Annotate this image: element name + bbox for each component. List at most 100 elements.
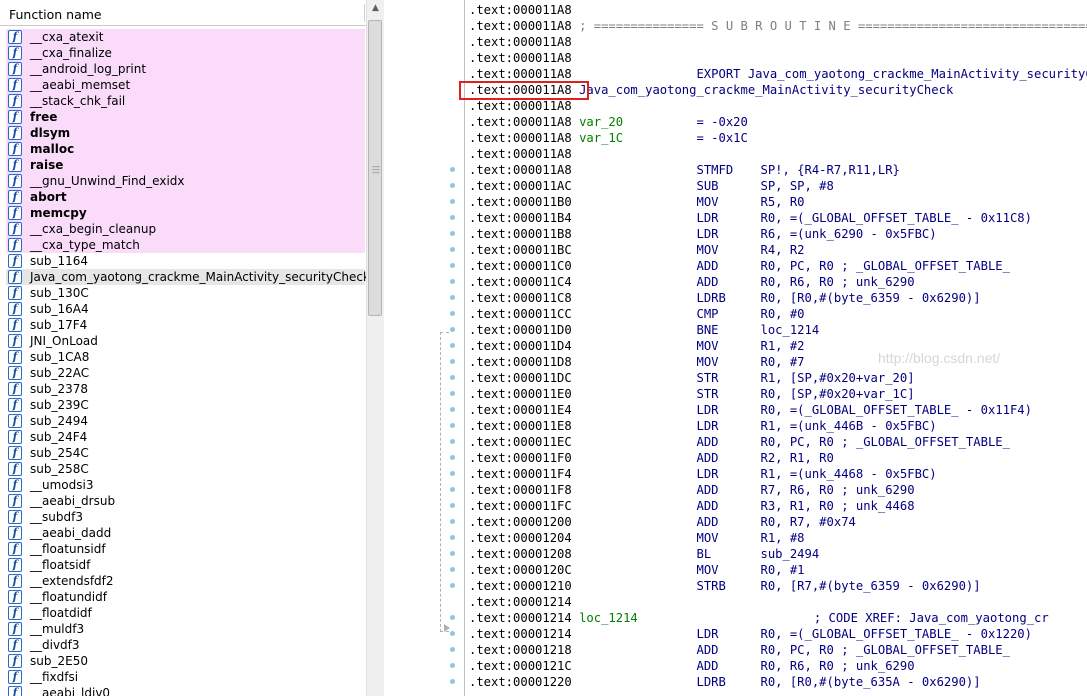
code-line[interactable]: .text:00001210 STRB R0, [R7,#(byte_6359 -…: [469, 578, 1087, 594]
code-line[interactable]: .text:000011A8: [469, 34, 1087, 50]
breakpoint-dot-icon[interactable]: [450, 215, 455, 220]
code-line[interactable]: .text:00001220 LDRB R0, [R0,#(byte_635A -…: [469, 674, 1087, 690]
function-list-item[interactable]: f sub_2378: [6, 381, 365, 397]
function-list-item[interactable]: f sub_254C: [6, 445, 365, 461]
code-line[interactable]: .text:00001214 loc_1214 ; CODE XREF: Jav…: [469, 610, 1087, 626]
function-list-item[interactable]: f __stack_chk_fail: [6, 93, 365, 109]
function-list-item[interactable]: f __cxa_begin_cleanup: [6, 221, 365, 237]
function-list-item[interactable]: f sub_258C: [6, 461, 365, 477]
function-list-item[interactable]: f __subdf3: [6, 509, 365, 525]
function-list-item[interactable]: f sub_22AC: [6, 365, 365, 381]
code-line[interactable]: .text:000011CC CMP R0, #0: [469, 306, 1087, 322]
function-list-item[interactable]: f abort: [6, 189, 365, 205]
breakpoint-dot-icon[interactable]: [450, 295, 455, 300]
breakpoint-dot-icon[interactable]: [450, 567, 455, 572]
breakpoint-dot-icon[interactable]: [450, 247, 455, 252]
code-line[interactable]: .text:000011A8 STMFD SP!, {R4-R7,R11,LR}: [469, 162, 1087, 178]
breakpoint-dot-icon[interactable]: [450, 551, 455, 556]
function-list-item[interactable]: f __aeabi_ldiv0: [6, 685, 365, 696]
code-line[interactable]: .text:00001208 BL sub_2494: [469, 546, 1087, 562]
function-list-item[interactable]: f __aeabi_dadd: [6, 525, 365, 541]
breakpoint-dot-icon[interactable]: [450, 487, 455, 492]
function-list-item[interactable]: f __floatundidf: [6, 589, 365, 605]
breakpoint-dot-icon[interactable]: [450, 679, 455, 684]
code-line[interactable]: .text:000011A8: [469, 98, 1087, 114]
function-list-item[interactable]: f Java_com_yaotong_crackme_MainActivity_s…: [6, 269, 370, 285]
breakpoint-dot-icon[interactable]: [450, 279, 455, 284]
code-line[interactable]: .text:000011F4 LDR R1, =(unk_4468 - 0x5FB…: [469, 466, 1087, 482]
breakpoint-dot-icon[interactable]: [450, 343, 455, 348]
code-line[interactable]: .text:0000120C MOV R0, #1: [469, 562, 1087, 578]
function-list-item[interactable]: f __umodsi3: [6, 477, 365, 493]
breakpoint-dot-icon[interactable]: [450, 231, 455, 236]
code-line[interactable]: .text:00001214: [469, 594, 1087, 610]
breakpoint-dot-icon[interactable]: [450, 407, 455, 412]
function-list-item[interactable]: f __cxa_type_match: [6, 237, 365, 253]
function-list-item[interactable]: f JNI_OnLoad: [6, 333, 365, 349]
breakpoint-dot-icon[interactable]: [450, 167, 455, 172]
code-line[interactable]: .text:00001218 ADD R0, PC, R0 ; _GLOBAL_O…: [469, 642, 1087, 658]
breakpoint-dot-icon[interactable]: [450, 263, 455, 268]
function-list-scrollbar[interactable]: ▲ — — —: [366, 0, 384, 696]
code-line[interactable]: .text:000011C4 ADD R0, R6, R0 ; unk_6290: [469, 274, 1087, 290]
code-line[interactable]: .text:000011E4 LDR R0, =(_GLOBAL_OFFSET_T…: [469, 402, 1087, 418]
code-line[interactable]: .text:000011A8 ; =============== S U B R…: [469, 18, 1087, 34]
code-line[interactable]: .text:000011FC ADD R3, R1, R0 ; unk_4468: [469, 498, 1087, 514]
function-list-item[interactable]: f __divdf3: [6, 637, 365, 653]
function-list-item[interactable]: f sub_1164: [6, 253, 365, 269]
code-line[interactable]: .text:000011DC STR R1, [SP,#0x20+var_20]: [469, 370, 1087, 386]
code-line[interactable]: .text:000011A8: [469, 2, 1087, 18]
code-line[interactable]: .text:000011F8 ADD R7, R6, R0 ; unk_6290: [469, 482, 1087, 498]
scroll-up-arrow-icon[interactable]: ▲: [367, 0, 384, 17]
code-line[interactable]: .text:00001204 MOV R1, #8: [469, 530, 1087, 546]
function-list-item[interactable]: f free: [6, 109, 365, 125]
code-listing[interactable]: .text:000011A8 .text:000011A8 ; =========…: [464, 0, 1087, 696]
function-list-item[interactable]: f __cxa_finalize: [6, 45, 365, 61]
breakpoint-dot-icon[interactable]: [450, 311, 455, 316]
function-list-item[interactable]: f sub_2E50: [6, 653, 365, 669]
function-name-column-header[interactable]: Function name: [0, 0, 366, 26]
function-list-item[interactable]: f sub_239C: [6, 397, 365, 413]
code-line[interactable]: .text:000011B8 LDR R6, =(unk_6290 - 0x5FB…: [469, 226, 1087, 242]
breakpoint-dot-icon[interactable]: [450, 663, 455, 668]
breakpoint-dot-icon[interactable]: [450, 583, 455, 588]
function-list-item[interactable]: f __extendsfdf2: [6, 573, 365, 589]
breakpoint-dot-icon[interactable]: [450, 423, 455, 428]
breakpoint-dot-icon[interactable]: [450, 631, 455, 636]
breakpoint-dot-icon[interactable]: [450, 359, 455, 364]
breakpoint-dot-icon[interactable]: [450, 519, 455, 524]
function-list-item[interactable]: f __android_log_print: [6, 61, 365, 77]
code-line[interactable]: .text:000011E0 STR R0, [SP,#0x20+var_1C]: [469, 386, 1087, 402]
breakpoint-dot-icon[interactable]: [450, 471, 455, 476]
code-line[interactable]: .text:000011AC SUB SP, SP, #8: [469, 178, 1087, 194]
breakpoint-dot-icon[interactable]: [450, 615, 455, 620]
breakpoint-dot-icon[interactable]: [450, 535, 455, 540]
code-line[interactable]: .text:000011C0 ADD R0, PC, R0 ; _GLOBAL_O…: [469, 258, 1087, 274]
function-list-item[interactable]: f __muldf3: [6, 621, 365, 637]
function-list-item[interactable]: f memcpy: [6, 205, 365, 221]
breakpoint-dot-icon[interactable]: [450, 391, 455, 396]
function-list-item[interactable]: f __floatunsidf: [6, 541, 365, 557]
breakpoint-dot-icon[interactable]: [450, 375, 455, 380]
function-list-item[interactable]: f sub_24F4: [6, 429, 365, 445]
code-line[interactable]: .text:00001200 ADD R0, R7, #0x74: [469, 514, 1087, 530]
code-line[interactable]: .text:000011D0 BNE loc_1214: [469, 322, 1087, 338]
function-list-item[interactable]: f sub_130C: [6, 285, 365, 301]
function-list-item[interactable]: f __cxa_atexit: [6, 29, 365, 45]
breakpoint-dot-icon[interactable]: [450, 327, 455, 332]
code-line[interactable]: .text:000011B0 MOV R5, R0: [469, 194, 1087, 210]
code-line[interactable]: .text:00001214 LDR R0, =(_GLOBAL_OFFSET_T…: [469, 626, 1087, 642]
code-line[interactable]: .text:000011BC MOV R4, R2: [469, 242, 1087, 258]
function-list-item[interactable]: f sub_17F4: [6, 317, 365, 333]
breakpoint-dot-icon[interactable]: [450, 503, 455, 508]
breakpoint-dot-icon[interactable]: [450, 647, 455, 652]
code-line[interactable]: .text:000011A8: [469, 146, 1087, 162]
code-line[interactable]: .text:000011EC ADD R0, PC, R0 ; _GLOBAL_O…: [469, 434, 1087, 450]
code-line[interactable]: .text:000011C8 LDRB R0, [R0,#(byte_6359 -…: [469, 290, 1087, 306]
function-list-item[interactable]: f sub_16A4: [6, 301, 365, 317]
scrollbar-thumb[interactable]: — — —: [368, 20, 382, 316]
function-list-item[interactable]: f __floatdidf: [6, 605, 365, 621]
breakpoint-dot-icon[interactable]: [450, 183, 455, 188]
function-list-item[interactable]: f sub_1CA8: [6, 349, 365, 365]
breakpoint-dot-icon[interactable]: [450, 199, 455, 204]
